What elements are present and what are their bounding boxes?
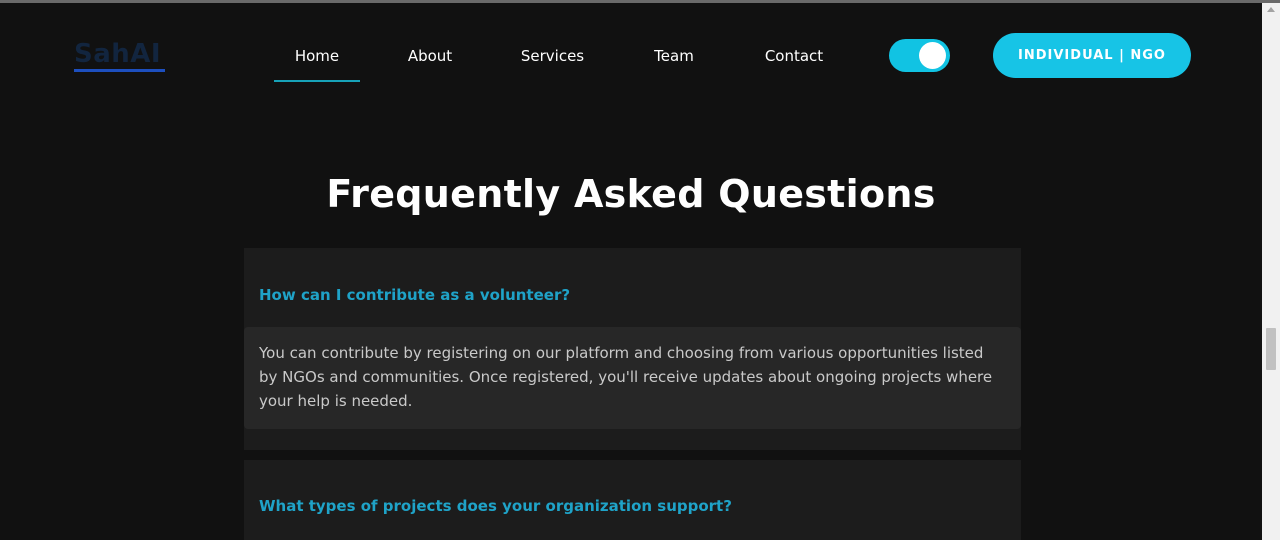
nav-link-home[interactable]: Home xyxy=(274,46,360,66)
top-navbar: SahAI Home About Services Team Contact I… xyxy=(0,3,1262,103)
faq-item: What types of projects does your organiz… xyxy=(244,460,1021,540)
site-logo[interactable]: SahAI xyxy=(74,39,161,69)
faq-title: Frequently Asked Questions xyxy=(326,172,936,216)
nav-active-indicator xyxy=(274,80,360,82)
toggle-knob-icon xyxy=(919,42,946,69)
page-scrollbar[interactable] xyxy=(1262,3,1280,540)
nav-link-team[interactable]: Team xyxy=(640,46,708,66)
faq-answer-panel: You can contribute by registering on our… xyxy=(244,327,1021,429)
faq-answer-text: You can contribute by registering on our… xyxy=(259,344,993,410)
nav-link-services[interactable]: Services xyxy=(508,46,597,66)
faq-question[interactable]: How can I contribute as a volunteer? xyxy=(259,285,570,305)
scroll-thumb[interactable] xyxy=(1266,328,1276,370)
logo-underline xyxy=(74,69,165,72)
faq-item: How can I contribute as a volunteer? You… xyxy=(244,248,1021,450)
faq-question[interactable]: What types of projects does your organiz… xyxy=(259,496,732,516)
theme-toggle[interactable] xyxy=(889,39,950,72)
nav-link-about[interactable]: About xyxy=(400,46,460,66)
nav-link-contact[interactable]: Contact xyxy=(755,46,833,66)
scroll-up-arrow-icon[interactable] xyxy=(1267,7,1275,12)
individual-ngo-button[interactable]: INDIVIDUAL | NGO xyxy=(993,33,1191,78)
